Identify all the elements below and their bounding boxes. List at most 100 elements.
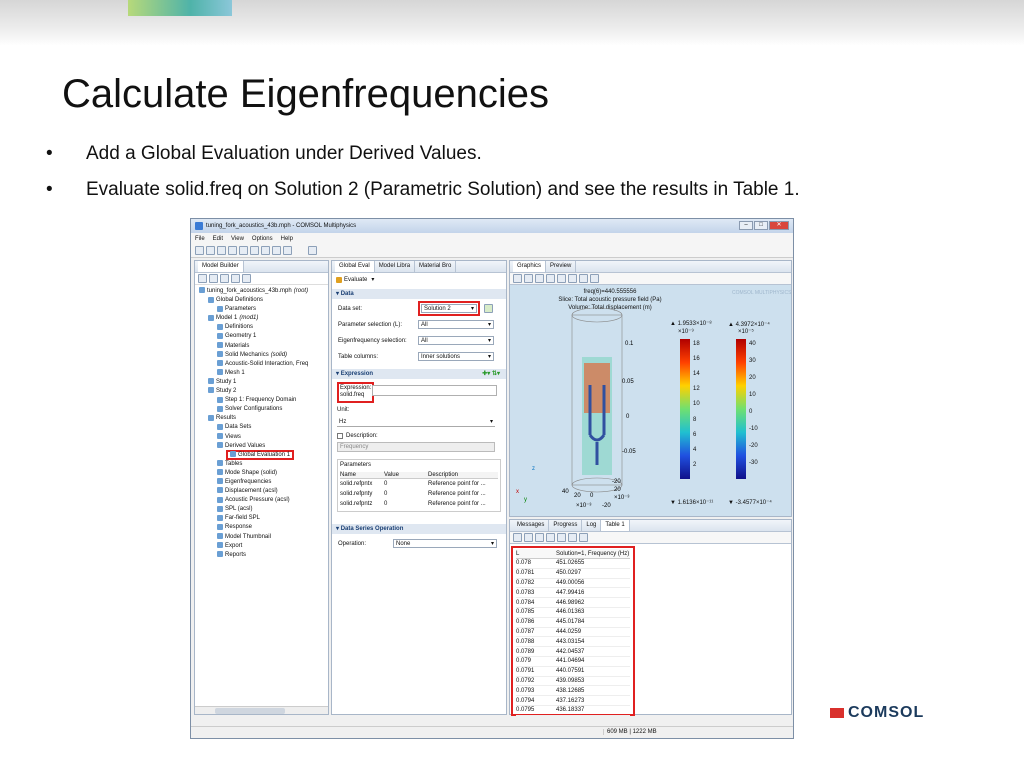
- print-icon[interactable]: [228, 246, 237, 255]
- tree-node[interactable]: Materials: [197, 341, 326, 351]
- chevron-down-icon[interactable]: ▾: [371, 276, 374, 283]
- tree-node[interactable]: Results: [197, 414, 326, 423]
- tree-node[interactable]: Step 1: Frequency Domain: [197, 396, 326, 405]
- tab-model-library[interactable]: Model Libra: [375, 261, 416, 272]
- tab-model-builder[interactable]: Model Builder: [198, 261, 244, 272]
- operation-select[interactable]: None: [393, 539, 497, 548]
- zoom-extents-icon[interactable]: [535, 274, 544, 283]
- description-input[interactable]: Frequency: [337, 442, 495, 452]
- param-row[interactable]: solid.refpnty 0 Reference point for ...: [340, 489, 498, 499]
- select-icon[interactable]: [579, 274, 588, 283]
- table-row[interactable]: 0.0792 439.09853: [516, 677, 630, 687]
- tree-node[interactable]: Data Sets: [197, 423, 326, 432]
- expression-section-header[interactable]: ▾ Expression ✚▾ ⇅▾: [332, 369, 506, 379]
- scrollbar-thumb[interactable]: [215, 708, 285, 714]
- tab-messages[interactable]: Messages: [513, 520, 550, 531]
- tree-node[interactable]: Definitions: [197, 323, 326, 332]
- tree-node[interactable]: Mesh 1: [197, 369, 326, 378]
- table-row[interactable]: 0.079 441.04694: [516, 657, 630, 667]
- table-row[interactable]: 0.0789 442.04537: [516, 647, 630, 657]
- clear-icon[interactable]: [535, 533, 544, 542]
- table-row[interactable]: 0.0788 443.03154: [516, 637, 630, 648]
- tree-node[interactable]: Reports: [197, 551, 326, 560]
- redo-icon[interactable]: [250, 246, 259, 255]
- table-row[interactable]: 0.0782 449.00056: [516, 579, 630, 589]
- dso-section-header[interactable]: ▾ Data Series Operation: [332, 524, 506, 534]
- table-columns-select[interactable]: Inner solutions: [418, 352, 494, 361]
- table-icon[interactable]: [513, 533, 522, 542]
- copy-icon[interactable]: [261, 246, 270, 255]
- menu-help[interactable]: Help: [281, 236, 293, 242]
- menu-file[interactable]: File: [195, 236, 205, 242]
- tree-node[interactable]: Far-field SPL: [197, 514, 326, 523]
- tab-graphics[interactable]: Graphics: [513, 261, 547, 272]
- help-icon[interactable]: [272, 246, 281, 255]
- undo-icon[interactable]: [239, 246, 248, 255]
- param-selection-select[interactable]: All: [418, 320, 494, 329]
- menu-view[interactable]: View: [231, 236, 244, 242]
- expression-input[interactable]: [372, 385, 497, 396]
- graphics-canvas[interactable]: freq(6)=440.555556 Slice: Total acoustic…: [510, 285, 791, 516]
- tree-node[interactable]: Global Definitions: [197, 296, 326, 305]
- tree-node[interactable]: Solver Configurations: [197, 405, 326, 414]
- data-set-select[interactable]: Solution 2: [421, 304, 477, 313]
- table-row[interactable]: 0.0781 450.0297: [516, 569, 630, 579]
- unit-select[interactable]: Hz: [337, 418, 495, 427]
- build-icon[interactable]: [308, 246, 317, 255]
- copy-table-icon[interactable]: [579, 533, 588, 542]
- table-row[interactable]: 0.0784 446.98962: [516, 598, 630, 608]
- grid-icon[interactable]: [546, 274, 555, 283]
- param-row[interactable]: solid.refpntx 0 Reference point for ...: [340, 479, 498, 489]
- tree-node[interactable]: Solid Mechanics (solid): [197, 351, 326, 360]
- close-button[interactable]: ✕: [769, 221, 789, 230]
- forward-icon[interactable]: [209, 274, 218, 283]
- tree-node[interactable]: Study 2: [197, 387, 326, 396]
- description-checkbox[interactable]: [337, 432, 343, 439]
- layout-icon[interactable]: [283, 246, 292, 255]
- tab-preview[interactable]: Preview: [546, 261, 577, 272]
- tree-node[interactable]: Model Thumbnail: [197, 532, 326, 542]
- view-icon[interactable]: [568, 274, 577, 283]
- export-icon[interactable]: [568, 533, 577, 542]
- zoom-in-icon[interactable]: [513, 274, 522, 283]
- chart-icon[interactable]: [557, 533, 566, 542]
- table-row[interactable]: 0.0787 444.0259: [516, 628, 630, 638]
- expand-icon[interactable]: [220, 274, 229, 283]
- tree-node[interactable]: Study 1: [197, 378, 326, 387]
- open-file-icon[interactable]: [206, 246, 215, 255]
- tree-node[interactable]: Eigenfrequencies: [197, 478, 326, 487]
- tree-node[interactable]: Acoustic-Solid Interaction, Freq: [197, 360, 326, 369]
- tree-node[interactable]: Mode Shape (solid): [197, 469, 326, 478]
- tab-progress[interactable]: Progress: [549, 520, 583, 531]
- table-row[interactable]: 0.0793 438.12685: [516, 686, 630, 697]
- tree-node[interactable]: Model 1 (mod1): [197, 314, 326, 323]
- tree-node[interactable]: Views: [197, 432, 326, 442]
- table-row[interactable]: 0.0795 436.18337: [516, 706, 630, 716]
- menu-edit[interactable]: Edit: [213, 236, 223, 242]
- table-row[interactable]: 0.0785 446.01363: [516, 608, 630, 618]
- evaluate-button[interactable]: Evaluate: [344, 277, 367, 283]
- save-icon[interactable]: [217, 246, 226, 255]
- tree-node[interactable]: Parameters: [197, 305, 326, 314]
- show-icon[interactable]: [242, 274, 251, 283]
- delete-icon[interactable]: [546, 533, 555, 542]
- table-row[interactable]: 0.0783 447.99416: [516, 588, 630, 599]
- axis-icon[interactable]: [557, 274, 566, 283]
- eig-selection-select[interactable]: All: [418, 336, 494, 345]
- tree-node[interactable]: Global Evaluation 1: [197, 449, 326, 460]
- tab-material-browser[interactable]: Material Bro: [415, 261, 457, 272]
- data-section-header[interactable]: ▾ Data: [332, 289, 506, 299]
- param-row[interactable]: solid.refpntz 0 Reference point for ...: [340, 499, 498, 509]
- tree-node[interactable]: Geometry 1: [197, 332, 326, 341]
- tree-node[interactable]: Displacement (acsl): [197, 487, 326, 496]
- horizontal-scrollbar[interactable]: [195, 706, 328, 714]
- tree-node[interactable]: Export: [197, 542, 326, 551]
- camera-icon[interactable]: [590, 274, 599, 283]
- graph-icon[interactable]: [524, 533, 533, 542]
- table-row[interactable]: 0.078 451.02655: [516, 559, 630, 569]
- tree-node[interactable]: Acoustic Pressure (acsl): [197, 496, 326, 505]
- tab-log[interactable]: Log: [582, 520, 602, 531]
- zoom-out-icon[interactable]: [524, 274, 533, 283]
- add-icon[interactable]: ✚▾ ⇅▾: [482, 369, 500, 379]
- tree-node[interactable]: Tables: [197, 460, 326, 469]
